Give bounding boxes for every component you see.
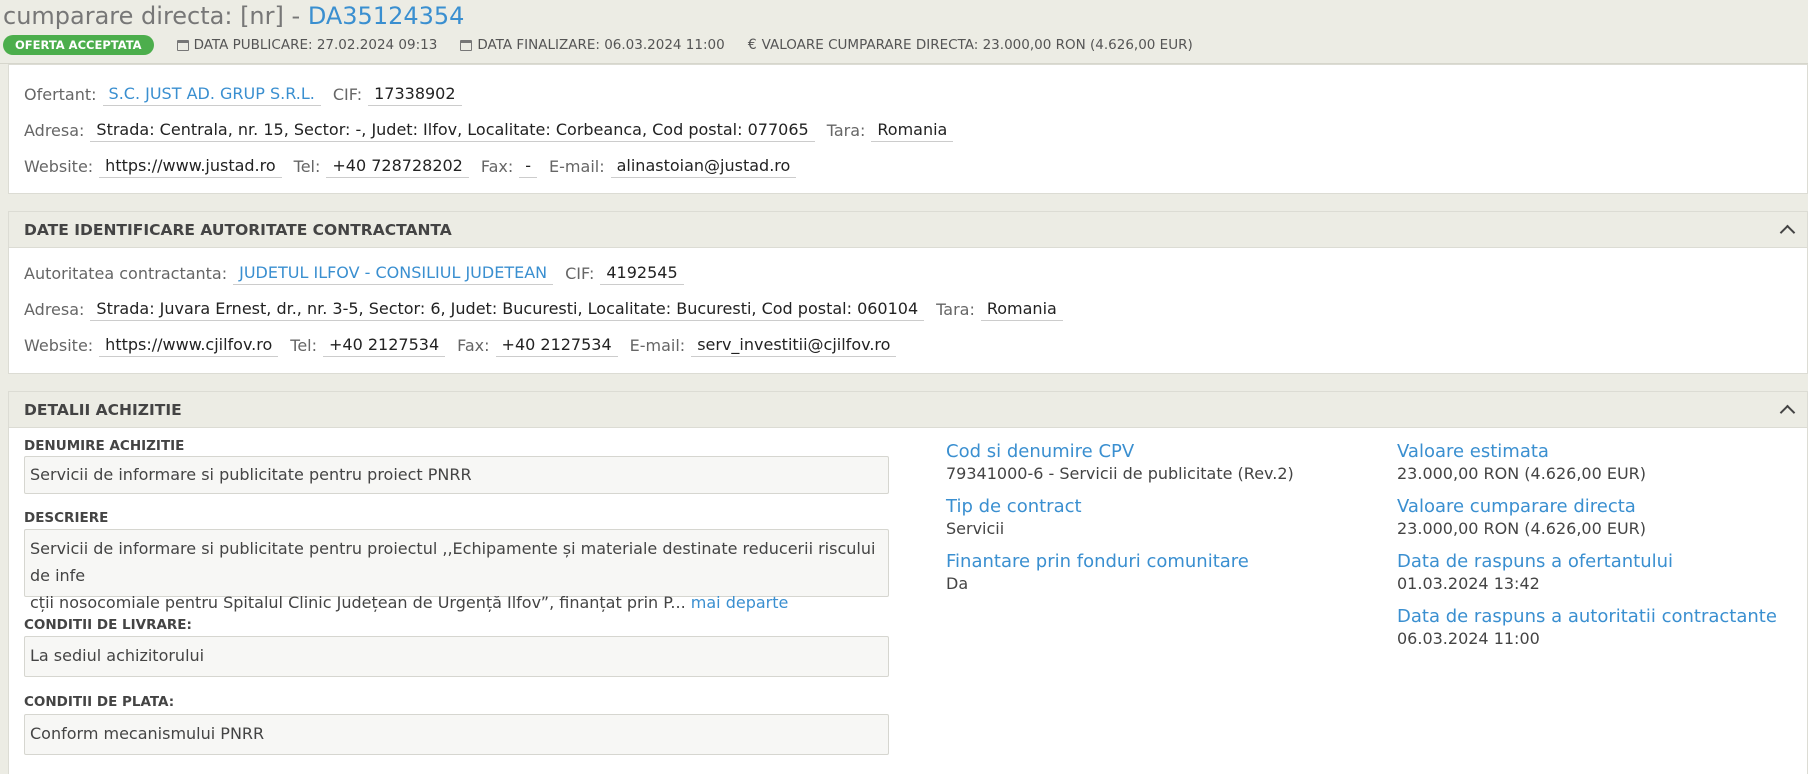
detalii-panel: DETALII ACHIZITIE DENUMIRE ACHIZITIE Ser… [8,391,1808,774]
adresa-label: Adresa: [24,121,85,140]
autoritate-panel-header[interactable]: DATE IDENTIFICARE AUTORITATE CONTRACTANT… [9,212,1807,248]
cpv-value: 79341000-6 - Servicii de publicitate (Re… [946,464,1294,483]
status-badge: OFERTA ACCEPTATA [3,35,154,55]
data-publicare: DATA PUBLICARE: 27.02.2024 09:13 [176,37,438,53]
livrare-label: CONDITII DE LIVRARE: [24,617,192,633]
tara-label: Tara: [826,121,866,140]
autoritate-address-row: Adresa: Strada: Juvara Ernest, dr., nr. … [24,298,1075,321]
tel-label: Tel: [293,157,321,176]
descriere-line-1: Servicii de informare si publicitate pen… [30,539,876,585]
data-finalizare: DATA FINALIZARE: 06.03.2024 11:00 [460,37,725,53]
ofertant-name-link[interactable]: S.C. JUST AD. GRUP S.R.L. [102,83,321,106]
autoritate-name-link[interactable]: JUDETUL ILFOV - CONSILIUL JUDETEAN [233,262,554,285]
ofertant-row: Ofertant: S.C. JUST AD. GRUP S.R.L. CIF:… [24,83,474,106]
page-title: cumparare directa: [nr] - DA35124354 [3,2,464,30]
valoare-directa-title: Valoare cumparare directa [1397,496,1636,517]
fax-label: Fax: [480,157,514,176]
plata-field: Conform mecanismului PNRR [24,714,889,755]
cif-label: CIF: [565,264,595,283]
ofertant-label: Ofertant: [24,85,97,104]
page-header: cumparare directa: [nr] - DA35124354 OFE… [0,0,1808,64]
raspuns-ofertant-title: Data de raspuns a ofertantului [1397,551,1674,572]
raspuns-autoritate-title: Data de raspuns a autoritatii contractan… [1397,606,1777,627]
ofertant-address-row: Adresa: Strada: Centrala, nr. 15, Sector… [24,119,965,142]
descriere-line-2: cții nosocomiale pentru Spitalul Clinic … [30,589,883,616]
denumire-label: DENUMIRE ACHIZITIE [24,438,185,454]
cif-label: CIF: [332,85,363,104]
website-label: Website: [24,157,94,176]
page-title-code: DA35124354 [307,2,465,30]
email-label: E-mail: [549,157,605,176]
ofertant-website: https://www.justad.ro [99,155,282,178]
tara-label: Tara: [936,300,975,319]
fonduri-value: Da [946,574,969,593]
detalii-panel-header[interactable]: DETALII ACHIZITIE [9,392,1807,428]
fax-label: Fax: [457,336,490,355]
ofertant-tel: +40 728728202 [326,155,469,178]
autoritate-panel: DATE IDENTIFICARE AUTORITATE CONTRACTANT… [8,211,1808,374]
calendar-icon [460,39,473,51]
data-publicare-text: DATA PUBLICARE: 27.02.2024 09:13 [193,37,438,53]
tip-contract-title: Tip de contract [946,496,1082,517]
autoritate-tel: +40 2127534 [323,334,446,357]
valoare-estimata-title: Valoare estimata [1397,441,1549,462]
email-label: E-mail: [629,336,686,355]
ofertant-adresa: Strada: Centrala, nr. 15, Sector: -, Jud… [90,119,815,142]
autoritate-tara: Romania [980,298,1063,321]
valoare-directa-value: 23.000,00 RON (4.626,00 EUR) [1397,519,1647,538]
autoritate-email: serv_investitii@cjilfov.ro [691,334,897,357]
ofertant-fax: - [519,155,538,178]
autoritate-section-title: DATE IDENTIFICARE AUTORITATE CONTRACTANT… [24,220,452,239]
ofertant-email: alinastoian@justad.ro [610,155,797,178]
website-label: Website: [24,336,94,355]
ofertant-tara: Romania [871,119,954,142]
valoare-estimata-value: 23.000,00 RON (4.626,00 EUR) [1397,464,1647,483]
descriere-field: Servicii de informare si publicitate pen… [24,529,889,612]
page-title-prefix: cumparare directa: [nr] - [3,2,301,30]
calendar-icon [176,39,189,51]
raspuns-autoritate-value: 06.03.2024 11:00 [1397,629,1540,648]
data-finalizare-text: DATA FINALIZARE: 06.03.2024 11:00 [477,37,725,53]
euro-icon: € [747,37,757,53]
detalii-left-column: DENUMIRE ACHIZITIE Servicii de informare… [24,428,889,773]
ofertant-panel: Ofertant: S.C. JUST AD. GRUP S.R.L. CIF:… [8,64,1808,194]
descriere-label: DESCRIERE [24,510,109,526]
raspuns-ofertant-value: 01.03.2024 13:42 [1397,574,1540,593]
autoritate-fax: +40 2127534 [495,334,618,357]
cpv-title: Cod si denumire CPV [946,441,1135,462]
autoritate-cif: 4192545 [600,262,684,285]
descriere-line-2-text: cții nosocomiale pentru Spitalul Clinic … [30,593,686,612]
valoare-cumparare: € VALOARE CUMPARARE DIRECTA: 23.000,00 R… [748,37,1193,53]
livrare-field: La sediul achizitorului [24,636,889,677]
autoritate-row: Autoritatea contractanta: JUDETUL ILFOV … [24,262,696,285]
detalii-section-title: DETALII ACHIZITIE [24,400,182,419]
autoritate-contact-row: Website: https://www.cjilfov.ro Tel: +40… [24,334,908,357]
tip-contract-value: Servicii [946,519,1005,538]
plata-label: CONDITII DE PLATA: [24,694,175,710]
mai-departe-link[interactable]: mai departe [691,593,789,612]
tel-label: Tel: [290,336,318,355]
chevron-up-icon[interactable] [1779,224,1796,241]
autoritate-website: https://www.cjilfov.ro [99,334,279,357]
valoare-cumparare-text: VALOARE CUMPARARE DIRECTA: 23.000,00 RON… [761,37,1193,53]
ofertant-contact-row: Website: https://www.justad.ro Tel: +40 … [24,155,808,178]
status-row: OFERTA ACCEPTATA DATA PUBLICARE: 27.02.2… [3,33,1216,57]
adresa-label: Adresa: [24,300,85,319]
ofertant-cif: 17338902 [368,83,462,106]
autoritate-label: Autoritatea contractanta: [24,264,228,283]
denumire-field: Servicii de informare si publicitate pen… [24,456,889,494]
autoritate-adresa: Strada: Juvara Ernest, dr., nr. 3-5, Sec… [90,298,925,321]
chevron-up-icon[interactable] [1779,404,1796,421]
fonduri-title: Finantare prin fonduri comunitare [946,551,1249,572]
